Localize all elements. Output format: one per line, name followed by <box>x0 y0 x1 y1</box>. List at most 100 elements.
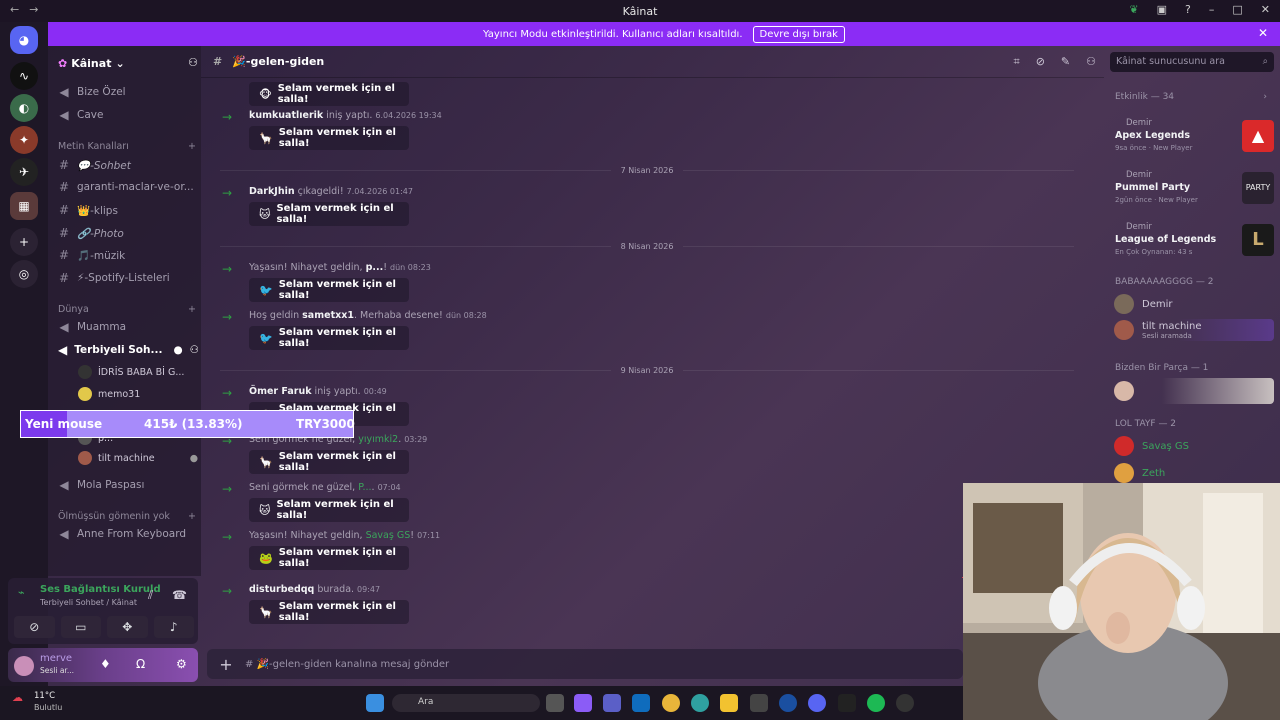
copilot-icon[interactable] <box>574 694 592 712</box>
channel-voice[interactable]: ◀ Anne From Keyboard <box>58 524 198 544</box>
activity-header[interactable]: Etkinlik — 34 › <box>1115 92 1267 102</box>
chat-icon[interactable]: ● <box>173 344 182 356</box>
server-icon[interactable]: ∿ <box>10 62 38 90</box>
wave-button[interactable]: 🦙 Selam vermek için el salla! <box>249 126 409 150</box>
taskbar-search[interactable]: Ara <box>392 694 540 712</box>
leaf-icon[interactable]: ❦ <box>1129 3 1138 16</box>
attach-plus-icon[interactable]: + <box>207 655 245 674</box>
minimize-icon[interactable]: – <box>1209 3 1215 16</box>
add-channel-icon[interactable]: + <box>188 141 196 152</box>
category-metin[interactable]: Metin Kanalları + <box>58 141 196 152</box>
invite-icon[interactable]: ⚇ <box>188 56 198 69</box>
activities-icon[interactable]: ✥ <box>107 616 148 638</box>
banner-close-icon[interactable]: ✕ <box>1258 26 1268 40</box>
disable-button[interactable]: Devre dışı bırak <box>752 25 845 43</box>
category-dunya[interactable]: Dünya + <box>58 304 196 315</box>
chrome-icon[interactable] <box>662 694 680 712</box>
message-author[interactable]: kumkuatlıerik <box>249 110 323 121</box>
wave-button[interactable]: 🐦 Selam vermek için el salla! <box>249 278 409 302</box>
app-icon[interactable] <box>838 694 856 712</box>
server-icon[interactable]: ✈ <box>10 158 38 186</box>
server-icon[interactable]: ◐ <box>10 94 38 122</box>
edge-icon[interactable] <box>691 694 709 712</box>
voice-user[interactable]: tilt machine ● <box>78 448 198 468</box>
member-item[interactable]: tilt machine Sesli aramada <box>1114 319 1274 341</box>
camera-icon[interactable]: ⊘ <box>14 616 55 638</box>
wave-button[interactable]: 🐱 Selam vermek için el salla! <box>249 498 409 522</box>
message-author[interactable]: p... <box>366 262 384 273</box>
add-server-icon[interactable]: + <box>10 228 38 256</box>
avatar[interactable] <box>14 656 34 676</box>
screen-share-icon[interactable]: ▭ <box>60 616 101 638</box>
window-controls[interactable]: ❦ ▣ ? – □ ✕ <box>1129 3 1270 16</box>
wave-button[interactable]: 🦙 Selam vermek için el salla! <box>249 450 409 474</box>
server-header[interactable]: ✿ Kâinat ⌄ ⚇ <box>58 54 198 72</box>
add-channel-icon[interactable]: + <box>188 511 196 522</box>
voice-user[interactable]: İDRİS BABA Bİ G... <box>78 362 198 382</box>
nav-arrows[interactable]: ←→ <box>10 3 48 16</box>
chevron-right-icon[interactable]: › <box>1263 92 1267 102</box>
ea-app-icon[interactable] <box>779 694 797 712</box>
store-icon[interactable] <box>750 694 768 712</box>
inbox-icon[interactable]: ▣ <box>1157 3 1167 16</box>
channel-text[interactable]: # garanti-maclar-ve-or... <box>58 177 198 197</box>
channel-text[interactable]: # 💬-Sohbet <box>58 155 198 175</box>
close-icon[interactable]: ✕ <box>1261 3 1270 16</box>
member-item[interactable] <box>1114 378 1274 404</box>
message-author[interactable]: sametxx1 <box>302 310 354 321</box>
help-icon[interactable]: ? <box>1185 3 1191 16</box>
category-olm[interactable]: Ölmüşsün gömenin yok + <box>58 511 196 522</box>
disconnect-icon[interactable]: ☎ <box>172 588 187 602</box>
channel-text[interactable]: # 👑-klips <box>58 200 198 220</box>
explore-icon[interactable]: ◎ <box>10 260 38 288</box>
wave-button[interactable]: 🦙 Selam vermek için el salla! <box>249 600 409 624</box>
file-explorer-icon[interactable] <box>720 694 738 712</box>
maximize-icon[interactable]: □ <box>1232 3 1242 16</box>
message-author[interactable]: disturbedqq <box>249 584 314 595</box>
members-icon[interactable]: ⚇ <box>1086 55 1096 69</box>
teams-icon[interactable] <box>603 694 621 712</box>
add-channel-icon[interactable]: + <box>188 304 196 315</box>
search-input[interactable]: Kâinat sunucusunu ara ⌕ <box>1110 52 1274 72</box>
message-author[interactable]: Ömer Faruk <box>249 386 312 397</box>
message-author[interactable]: Savaş GS <box>366 530 411 541</box>
voice-location[interactable]: Terbiyeli Sohbet / Kâinat <box>40 598 137 607</box>
activity-card[interactable]: Demir Pummel Party 2gün önce · New Playe… <box>1114 170 1274 216</box>
wave-button[interactable]: 🐵 Selam vermek için el salla! <box>249 82 409 106</box>
discord-icon[interactable] <box>808 694 826 712</box>
activity-card[interactable]: Demir League of Legends En Çok Oynanan: … <box>1114 222 1274 268</box>
member-item[interactable]: Zeth <box>1114 462 1274 484</box>
message-author[interactable]: yıyımki2 <box>358 434 398 445</box>
soundboard-icon[interactable]: ♪ <box>153 616 194 638</box>
channel-voice-active[interactable]: ◀Terbiyeli Soh...●⚇⚙ <box>58 340 198 360</box>
windows-start-icon[interactable] <box>366 694 384 712</box>
weather-icon[interactable]: ☁ <box>12 691 23 704</box>
discord-home-icon[interactable]: ◕ <box>10 26 38 54</box>
wave-button[interactable]: 🐦 Selam vermek için el salla! <box>249 326 409 350</box>
message-author[interactable]: DarkJhin <box>249 186 295 197</box>
message-input[interactable]: + # 🎉-gelen-giden kanalına mesaj gönder <box>207 649 963 679</box>
gear-icon[interactable]: ⚙ <box>176 657 187 671</box>
channel-text[interactable]: # 🔗-Photo <box>58 223 198 243</box>
pin-icon[interactable]: ✎ <box>1061 55 1070 69</box>
channel-cave[interactable]: ◀ Cave <box>58 105 198 125</box>
server-icon[interactable]: ✦ <box>10 126 38 154</box>
message-author[interactable]: P... <box>358 482 371 493</box>
outlook-icon[interactable] <box>632 694 650 712</box>
headphones-icon[interactable]: Ω <box>136 657 145 671</box>
member-item[interactable]: Demir <box>1114 293 1274 315</box>
activity-card[interactable]: Demir Apex Legends 9sa önce · New Player… <box>1114 118 1274 164</box>
mute-icon[interactable]: ⊘ <box>1036 55 1045 69</box>
channel-bize-ozel[interactable]: ◀ Bize Özel <box>58 82 198 102</box>
channel-text[interactable]: # ⚡-Spotify-Listeleri <box>58 268 198 288</box>
voice-user[interactable]: memo31 <box>78 384 198 404</box>
member-item[interactable]: Savaş GS <box>1114 435 1274 457</box>
channel-text[interactable]: # 🎵-müzik <box>58 245 198 265</box>
add-user-icon[interactable]: ⚇ <box>190 344 198 356</box>
task-view-icon[interactable] <box>546 694 564 712</box>
threads-icon[interactable]: ⌗ <box>1013 55 1019 69</box>
noise-suppression-icon[interactable]: ⫽ <box>148 588 153 603</box>
channel-voice[interactable]: ◀ Muamma <box>58 317 198 337</box>
wave-button[interactable]: 🐸 Selam vermek için el salla! <box>249 546 409 570</box>
spotify-icon[interactable] <box>867 694 885 712</box>
